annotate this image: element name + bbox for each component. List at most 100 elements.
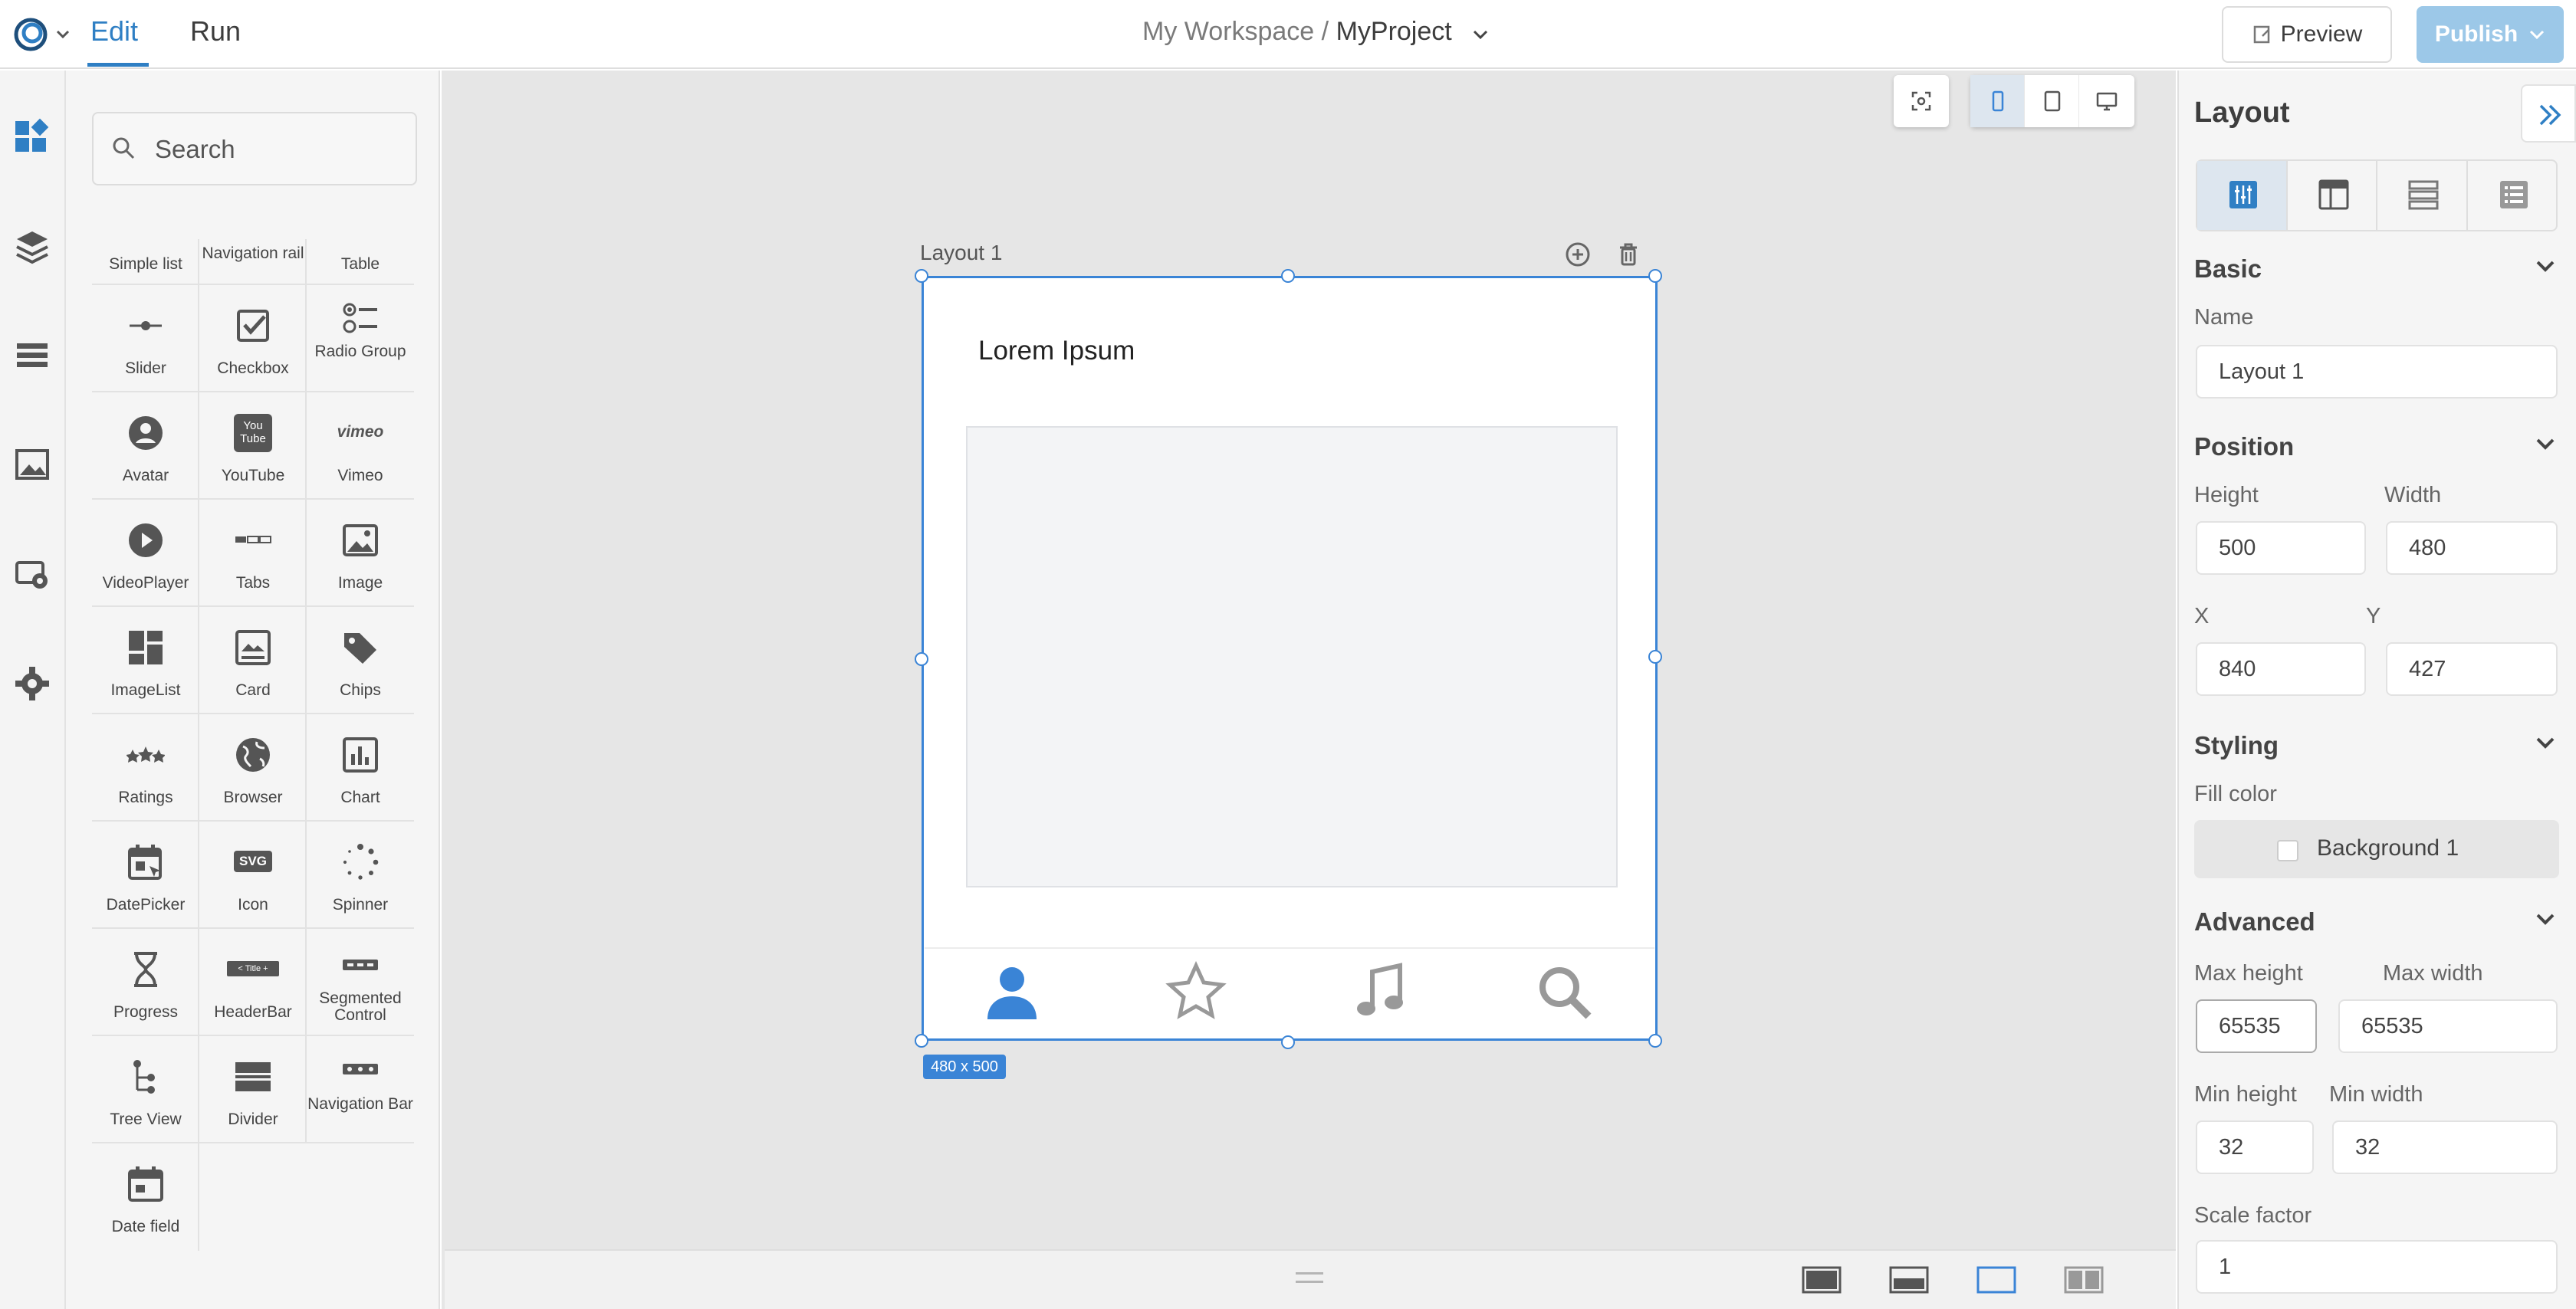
fill-color-picker[interactable]: Background 1 bbox=[2194, 820, 2559, 878]
component-vimeo[interactable]: vimeo Vimeo bbox=[307, 392, 414, 500]
min-height-field[interactable]: 32 bbox=[2196, 1120, 2314, 1174]
component-image[interactable]: Image bbox=[307, 500, 414, 607]
breadcrumb-workspace[interactable]: My Workspace bbox=[1142, 17, 1314, 46]
image-list-icon bbox=[129, 631, 163, 664]
height-field[interactable]: 500 bbox=[2196, 521, 2366, 575]
component-radio-group[interactable]: Radio Group bbox=[307, 285, 414, 392]
resize-handle[interactable] bbox=[915, 269, 928, 283]
styling-chevron-down-icon[interactable] bbox=[2535, 736, 2556, 751]
component-avatar[interactable]: Avatar bbox=[92, 392, 199, 500]
resize-handle[interactable] bbox=[915, 1034, 928, 1048]
desktop-icon bbox=[2096, 92, 2118, 111]
delete-icon[interactable] bbox=[1615, 241, 1642, 268]
layout-type-rows-button[interactable] bbox=[2377, 161, 2468, 230]
section-advanced[interactable]: Advanced bbox=[2194, 907, 2315, 937]
view-bottom-icon[interactable] bbox=[1889, 1265, 1929, 1295]
component-slider[interactable]: Slider bbox=[92, 285, 199, 392]
advanced-chevron-down-icon[interactable] bbox=[2535, 912, 2556, 927]
component-chart[interactable]: Chart bbox=[307, 714, 414, 822]
component-icon[interactable]: SVG Icon bbox=[199, 822, 307, 929]
name-label: Name bbox=[2194, 305, 2254, 330]
person-icon[interactable] bbox=[981, 961, 1043, 1022]
collapse-panel-button[interactable] bbox=[2521, 84, 2576, 143]
radio-group-icon bbox=[343, 303, 377, 333]
basic-chevron-down-icon[interactable] bbox=[2535, 259, 2556, 274]
drag-grip-handle[interactable] bbox=[1296, 1272, 1323, 1283]
section-styling[interactable]: Styling bbox=[2194, 731, 2279, 760]
layout-type-columns-button[interactable] bbox=[2197, 161, 2288, 230]
component-imagelist[interactable]: ImageList bbox=[92, 607, 199, 714]
component-checkbox[interactable]: Checkbox bbox=[199, 285, 307, 392]
resize-handle[interactable] bbox=[1648, 1034, 1662, 1048]
component-simple-list[interactable]: Simple list bbox=[92, 239, 199, 285]
x-field[interactable]: 840 bbox=[2196, 642, 2366, 696]
resize-handle[interactable] bbox=[915, 652, 928, 666]
themes-icon[interactable] bbox=[12, 555, 52, 595]
component-datepicker[interactable]: DatePicker bbox=[92, 822, 199, 929]
preview-button[interactable]: Preview bbox=[2222, 6, 2392, 63]
component-chips[interactable]: Chips bbox=[307, 607, 414, 714]
component-navigation-rail[interactable]: Navigation rail bbox=[199, 239, 307, 285]
app-menu-chevron-icon[interactable] bbox=[54, 25, 72, 43]
max-width-field[interactable]: 65535 bbox=[2338, 999, 2558, 1053]
device-phone-button[interactable] bbox=[1970, 75, 2025, 127]
component-tree-view[interactable]: Tree View bbox=[92, 1036, 199, 1143]
vimeo-icon: vimeo bbox=[337, 423, 384, 441]
project-chevron-down-icon[interactable] bbox=[1470, 26, 1490, 43]
star-icon[interactable] bbox=[1165, 961, 1227, 1022]
layers-icon[interactable] bbox=[12, 227, 52, 267]
resize-handle[interactable] bbox=[1648, 269, 1662, 283]
music-icon[interactable] bbox=[1349, 961, 1411, 1022]
component-divider[interactable]: Divider bbox=[199, 1036, 307, 1143]
name-field[interactable]: Layout 1 bbox=[2196, 345, 2558, 399]
component-search-input[interactable]: Search bbox=[92, 112, 417, 185]
image-placeholder[interactable] bbox=[966, 426, 1618, 887]
y-field[interactable]: 427 bbox=[2386, 642, 2558, 696]
component-progress[interactable]: Progress bbox=[92, 929, 199, 1036]
publish-button[interactable]: Publish bbox=[2417, 6, 2564, 63]
component-table[interactable]: Table bbox=[307, 239, 414, 285]
device-tablet-button[interactable] bbox=[2025, 75, 2079, 127]
layout-heading[interactable]: Lorem Ipsum bbox=[978, 336, 1135, 366]
component-headerbar[interactable]: < Title + HeaderBar bbox=[199, 929, 307, 1036]
section-basic[interactable]: Basic bbox=[2194, 254, 2262, 284]
component-videoplayer[interactable]: VideoPlayer bbox=[92, 500, 199, 607]
component-browser[interactable]: Browser bbox=[199, 714, 307, 822]
image-icon[interactable] bbox=[12, 445, 52, 484]
width-field[interactable]: 480 bbox=[2386, 521, 2558, 575]
component-navigation-bar[interactable]: Navigation Bar bbox=[307, 1036, 414, 1143]
layout-type-header-button[interactable] bbox=[2288, 161, 2377, 230]
view-full-icon[interactable] bbox=[1802, 1265, 1842, 1295]
view-split-icon[interactable] bbox=[2064, 1265, 2104, 1295]
component-spinner[interactable]: Spinner bbox=[307, 822, 414, 929]
section-position[interactable]: Position bbox=[2194, 432, 2294, 461]
add-circle-icon[interactable] bbox=[1564, 241, 1592, 268]
device-desktop-button[interactable] bbox=[2079, 75, 2134, 127]
component-tabs[interactable]: Tabs bbox=[199, 500, 307, 607]
settings-icon[interactable] bbox=[12, 664, 52, 704]
view-empty-icon[interactable] bbox=[1976, 1265, 2016, 1295]
search-icon[interactable] bbox=[1533, 961, 1595, 1022]
min-height-label: Min height bbox=[2194, 1082, 2297, 1107]
component-segmented-control[interactable]: Segmented Control bbox=[307, 929, 414, 1036]
resize-handle[interactable] bbox=[1281, 1035, 1295, 1049]
layout-type-list-button[interactable] bbox=[2468, 161, 2557, 230]
component-date-field[interactable]: Date field bbox=[92, 1143, 199, 1251]
component-ratings[interactable]: Ratings bbox=[92, 714, 199, 822]
image-icon bbox=[343, 524, 378, 556]
list-icon[interactable] bbox=[12, 336, 52, 376]
tab-edit[interactable]: Edit bbox=[90, 15, 138, 48]
fit-to-screen-button[interactable] bbox=[1894, 75, 1949, 127]
tab-run[interactable]: Run bbox=[190, 15, 241, 48]
scale-factor-field[interactable]: 1 bbox=[2196, 1240, 2558, 1294]
component-card[interactable]: Card bbox=[199, 607, 307, 714]
max-height-field[interactable]: 65535 bbox=[2196, 999, 2317, 1053]
breadcrumb-project[interactable]: MyProject bbox=[1336, 17, 1452, 46]
app-logo-icon[interactable] bbox=[11, 15, 54, 54]
component-youtube[interactable]: You Tube YouTube bbox=[199, 392, 307, 500]
resize-handle[interactable] bbox=[1281, 269, 1295, 283]
min-width-field[interactable]: 32 bbox=[2332, 1120, 2558, 1174]
widgets-icon[interactable] bbox=[12, 116, 52, 156]
resize-handle[interactable] bbox=[1648, 650, 1662, 664]
position-chevron-down-icon[interactable] bbox=[2535, 437, 2556, 452]
